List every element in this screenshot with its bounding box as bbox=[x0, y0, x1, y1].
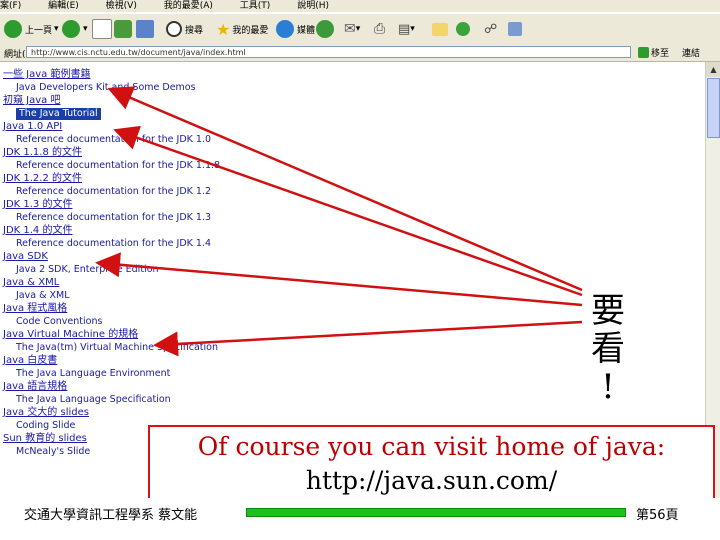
arrow-to-tutorial bbox=[107, 86, 583, 292]
note-char: 看 bbox=[591, 329, 625, 369]
callout-box: Of course you can visit home of java: ht… bbox=[148, 425, 715, 502]
slide-footer: 交通大學資訊工程學系 蔡文能 第56頁 bbox=[0, 498, 720, 540]
arrow-to-vm-spec bbox=[153, 320, 583, 357]
vertical-note: 要 看 ! bbox=[588, 292, 628, 406]
callout-url[interactable]: http://java.sun.com/ bbox=[150, 464, 713, 498]
callout-line1: Of course you can visit home of java: bbox=[197, 432, 666, 461]
footer-bar bbox=[246, 508, 626, 517]
note-char: ! bbox=[601, 367, 615, 407]
note-char: 要 bbox=[591, 291, 625, 331]
footer-page-number: 第56頁 bbox=[636, 508, 679, 523]
footer-department: 交通大學資訊工程學系 蔡文能 bbox=[24, 508, 198, 523]
